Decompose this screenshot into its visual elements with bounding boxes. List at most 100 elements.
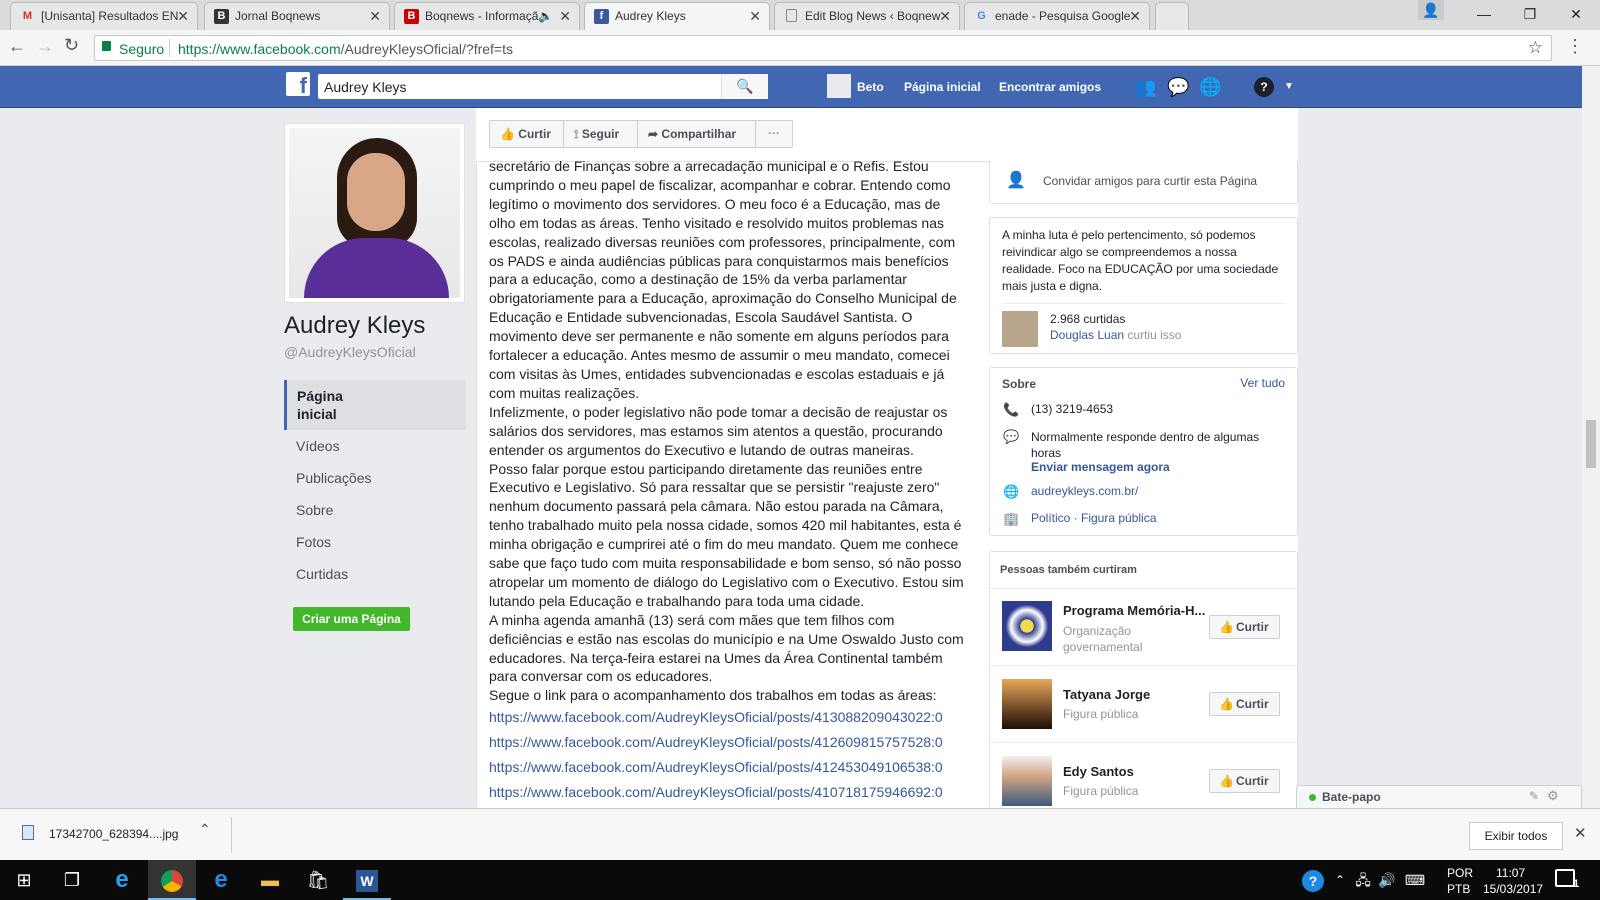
leftnav-item-photos[interactable]: Fotos	[286, 526, 466, 558]
post-link[interactable]: https://www.facebook.com/AudreyKleysOfic…	[489, 780, 965, 805]
download-filename[interactable]: 17342700_628394....jpg	[49, 827, 178, 841]
like-suggested-button[interactable]: 👍 Curtir	[1209, 692, 1280, 716]
scrollbar[interactable]	[1582, 66, 1600, 808]
browser-tab[interactable]: Edit Blog News ‹ Boqnew ✕	[774, 2, 960, 30]
browser-tab[interactable]: B Jornal Boqnews ✕	[204, 2, 390, 30]
compose-icon[interactable]: ✎	[1529, 789, 1539, 803]
chevron-up-icon[interactable]: ⌃	[1330, 860, 1350, 900]
speaker-icon[interactable]: 🔈	[538, 3, 553, 29]
internet-explorer-icon[interactable]: e	[98, 860, 146, 900]
forward-icon[interactable]: →	[36, 36, 54, 57]
avatar[interactable]	[1002, 756, 1052, 806]
url-field[interactable]: Seguro https://www.facebook.com/AudreyKl…	[94, 35, 1552, 61]
post-link[interactable]: https://www.facebook.com/AudreyKleysOfic…	[489, 755, 965, 780]
gear-icon[interactable]: ⚙	[1547, 788, 1559, 804]
chevron-up-icon[interactable]: ⌃	[199, 821, 211, 838]
post-link[interactable]: https://www.facebook.com/AudreyKleysOfic…	[489, 730, 965, 755]
chevron-down-icon[interactable]: ▼	[1284, 66, 1294, 108]
browser-tab-active[interactable]: f Audrey Kleys ✕	[584, 2, 770, 31]
show-all-downloads-button[interactable]: Exibir todos	[1469, 822, 1563, 850]
create-page-button[interactable]: Criar uma Página	[293, 607, 410, 631]
help-icon[interactable]: ?	[1298, 860, 1328, 900]
nav-find-friends[interactable]: Encontrar amigos	[999, 66, 1101, 108]
category-link[interactable]: Político · Figura pública	[1031, 511, 1156, 525]
minimize-button[interactable]: —	[1462, 0, 1506, 28]
browser-tab[interactable]: Genade - Pesquisa Google ✕	[964, 2, 1150, 30]
like-suggested-button[interactable]: 👍 Curtir	[1209, 615, 1280, 639]
new-tab-button[interactable]	[1155, 2, 1189, 30]
website-link[interactable]: audreykleys.com.br/	[1031, 484, 1138, 498]
profile-icon[interactable]: 👤	[1418, 0, 1444, 20]
suggested-page-name[interactable]: Programa Memória-H...	[1063, 603, 1205, 618]
notifications-icon[interactable]	[1555, 869, 1575, 887]
avatar[interactable]	[1002, 679, 1052, 729]
messenger-icon[interactable]: 💬	[1167, 66, 1189, 108]
post-link[interactable]: https://www.facebook.com/AudreyKleysOfic…	[489, 705, 965, 730]
facebook-logo-icon[interactable]: f	[286, 72, 310, 98]
help-icon[interactable]: ?	[1254, 77, 1274, 97]
post-paragraph: A minha agenda amanhã (13) será com mães…	[489, 611, 964, 685]
word-icon[interactable]: W	[343, 860, 391, 900]
search-icon[interactable]: 🔍	[721, 74, 768, 99]
suggested-page-name[interactable]: Tatyana Jorge	[1063, 687, 1150, 702]
browser-tab[interactable]: M [Unisanta] Resultados EN ✕	[10, 2, 198, 30]
chat-bar[interactable]: Bate-papo ✎ ⚙	[1296, 785, 1582, 808]
add-person-icon: 👤	[1006, 172, 1026, 189]
leftnav-item-home[interactable]: Página inicial	[284, 380, 466, 430]
follow-button[interactable]: ⟟ Seguir	[564, 121, 638, 147]
share-button[interactable]: ➦ Compartilhar	[638, 121, 756, 147]
nav-home[interactable]: Página inicial	[904, 66, 981, 108]
avatar[interactable]	[1002, 311, 1038, 347]
fb-search-input[interactable]: Audrey Kleys	[324, 79, 406, 95]
close-window-button[interactable]: ✕	[1554, 0, 1598, 28]
like-page-button[interactable]: 👍 Curtir	[490, 121, 564, 147]
close-tab-icon[interactable]: ✕	[177, 3, 189, 29]
friend-requests-icon[interactable]: 👥	[1134, 66, 1156, 108]
like-suggested-button[interactable]: 👍 Curtir	[1209, 769, 1280, 793]
clock-date[interactable]: 15/03/2017	[1483, 882, 1543, 896]
like-label: Curtir	[1236, 774, 1269, 788]
leftnav-item-about[interactable]: Sobre	[286, 494, 466, 526]
leftnav-item-videos[interactable]: Vídeos	[286, 430, 466, 462]
leftnav-item-posts[interactable]: Publicações	[286, 462, 466, 494]
chrome-icon[interactable]	[148, 860, 196, 900]
close-tab-icon[interactable]: ✕	[749, 3, 761, 29]
volume-icon[interactable]: 🔊	[1376, 860, 1398, 900]
windows-start-icon[interactable]: ⊞	[0, 860, 48, 900]
see-all-link[interactable]: Ver tudo	[1240, 376, 1285, 390]
edge-icon[interactable]: e	[197, 860, 245, 900]
clock-time[interactable]: 11:07	[1496, 866, 1525, 880]
avatar[interactable]	[827, 74, 851, 98]
restore-button[interactable]: ❐	[1508, 0, 1552, 28]
nav-user[interactable]: Beto	[857, 66, 884, 108]
back-icon[interactable]: ←	[8, 36, 26, 57]
close-tab-icon[interactable]: ✕	[1129, 3, 1141, 29]
invite-card[interactable]: 👤 Convidar amigos para curtir esta Págin…	[989, 160, 1298, 204]
input-language[interactable]: POR	[1447, 866, 1473, 880]
post-paragraph: Posso falar porque estou participando di…	[489, 460, 964, 609]
close-tab-icon[interactable]: ✕	[369, 3, 381, 29]
keyboard-icon[interactable]: ⌨	[1402, 860, 1428, 900]
scrollbar-thumb[interactable]	[1586, 420, 1596, 468]
reload-icon[interactable]: ↻	[64, 35, 79, 56]
send-message-link[interactable]: Enviar mensagem agora	[1031, 460, 1170, 474]
suggested-page-name[interactable]: Edy Santos	[1063, 764, 1134, 779]
task-view-icon[interactable]: ❐	[48, 860, 96, 900]
leftnav-item-likes[interactable]: Curtidas	[286, 558, 466, 590]
file-explorer-icon[interactable]: ▬	[246, 860, 294, 900]
close-tab-icon[interactable]: ✕	[939, 3, 951, 29]
network-icon[interactable]: 🖧	[1352, 860, 1374, 900]
liker-name[interactable]: Douglas Luan	[1050, 328, 1124, 342]
more-options-button[interactable]: ···	[756, 121, 792, 147]
star-icon[interactable]: ☆	[1528, 38, 1543, 58]
globe-icon[interactable]: 🌐	[1199, 66, 1221, 108]
profile-picture-frame[interactable]	[284, 123, 465, 303]
close-tab-icon[interactable]: ✕	[559, 3, 571, 29]
avatar[interactable]	[1002, 601, 1052, 651]
browser-tab[interactable]: B Boqnews - Informaçã 🔈 ✕	[394, 2, 580, 30]
store-icon[interactable]: 🛍	[294, 860, 342, 900]
close-icon[interactable]: ✕	[1574, 824, 1587, 842]
menu-icon[interactable]: ⋮	[1566, 36, 1584, 57]
fb-search-box[interactable]: Audrey Kleys 🔍	[318, 74, 768, 99]
input-layout[interactable]: PTB	[1447, 882, 1470, 896]
